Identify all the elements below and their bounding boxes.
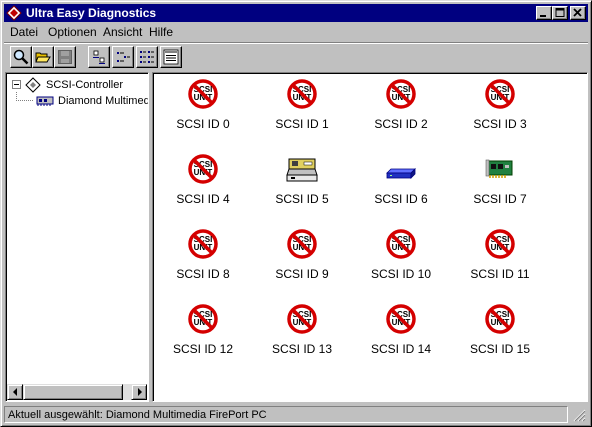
no-scsi-unit-icon: SCSI UNIT	[385, 228, 417, 260]
small-icons-button[interactable]	[112, 46, 134, 68]
resize-grip-icon[interactable]	[572, 408, 586, 422]
list-view-icon	[140, 51, 154, 63]
large-icons-view-icon	[93, 50, 105, 64]
window-title: Ultra Easy Diagnostics	[26, 6, 157, 20]
device-item-scsi-id-0[interactable]: SCSI UNIT SCSI ID 0	[158, 76, 248, 136]
tree-root-label: SCSI-Controller	[46, 79, 124, 91]
device-label: SCSI ID 14	[370, 342, 432, 356]
tree-connector	[16, 92, 34, 101]
device-item-scsi-id-5[interactable]: SCSI ID 5	[257, 151, 347, 211]
no-scsi-unit-icon: SCSI UNIT	[187, 153, 219, 185]
arrow-left-icon	[13, 388, 17, 396]
large-icons-button[interactable]	[88, 46, 110, 68]
device-label: SCSI ID 0	[176, 117, 230, 131]
no-scsi-unit-icon: SCSI UNIT	[187, 303, 219, 335]
device-item-scsi-id-12[interactable]: SCSI UNIT SCSI ID 12	[158, 301, 248, 361]
controller-card-icon	[484, 153, 516, 185]
close-button[interactable]	[570, 6, 586, 20]
scroll-left-button[interactable]	[7, 384, 23, 400]
save-button[interactable]	[54, 46, 76, 68]
menu-datei[interactable]: Datei	[10, 25, 38, 39]
device-label: SCSI ID 8	[176, 267, 230, 281]
menu-optionen[interactable]: Optionen	[48, 25, 97, 39]
device-item-scsi-id-3[interactable]: SCSI UNIT SCSI ID 3	[455, 76, 545, 136]
search-icon	[13, 49, 29, 65]
menu-bar: Datei Optionen Ansicht Hilfe	[4, 23, 588, 41]
no-scsi-unit-icon: SCSI UNIT	[484, 228, 516, 260]
maximize-icon	[555, 8, 565, 17]
save-icon	[58, 50, 72, 64]
device-item-scsi-id-9[interactable]: SCSI UNIT SCSI ID 9	[257, 226, 347, 286]
tree-child-label: Diamond Multimedia FirePort PC	[58, 95, 148, 107]
details-view-button[interactable]	[160, 46, 182, 68]
device-label: SCSI ID 11	[470, 267, 530, 281]
no-scsi-unit-icon: SCSI UNIT	[484, 303, 516, 335]
menu-ansicht[interactable]: Ansicht	[103, 25, 142, 39]
close-icon	[573, 8, 582, 17]
device-item-scsi-id-8[interactable]: SCSI UNIT SCSI ID 8	[158, 226, 248, 286]
scroll-thumb[interactable]	[23, 384, 123, 400]
device-label: SCSI ID 3	[473, 117, 527, 131]
device-item-scsi-id-2[interactable]: SCSI UNIT SCSI ID 2	[356, 76, 446, 136]
minimize-button[interactable]	[536, 6, 552, 20]
device-item-scsi-id-1[interactable]: SCSI UNIT SCSI ID 1	[257, 76, 347, 136]
small-icons-view-icon	[117, 52, 130, 62]
device-label: SCSI ID 13	[271, 342, 333, 356]
device-item-scsi-id-7[interactable]: SCSI ID 7	[455, 151, 545, 211]
maximize-button[interactable]	[552, 6, 568, 20]
no-scsi-unit-icon: SCSI UNIT	[286, 78, 318, 110]
device-label: SCSI ID 10	[370, 267, 432, 281]
no-scsi-unit-icon: SCSI UNIT	[187, 228, 219, 260]
status-field: Aktuell ausgewählt: Diamond Multimedia F…	[4, 406, 568, 423]
device-label: SCSI ID 5	[275, 192, 329, 206]
device-item-scsi-id-13[interactable]: SCSI UNIT SCSI ID 13	[257, 301, 347, 361]
device-label: SCSI ID 9	[275, 267, 329, 281]
device-item-scsi-id-11[interactable]: SCSI UNIT SCSI ID 11	[455, 226, 545, 286]
device-icon-view[interactable]: SCSI UNIT SCSI ID 0 SCSI UNIT SCSI ID 1 SCSI UN…	[152, 72, 588, 402]
list-view-button[interactable]	[136, 46, 158, 68]
scsi-controller-icon	[25, 77, 41, 93]
open-folder-icon	[35, 52, 51, 63]
device-item-scsi-id-10[interactable]: SCSI UNIT SCSI ID 10	[356, 226, 446, 286]
menu-hilfe[interactable]: Hilfe	[149, 25, 173, 39]
no-scsi-unit-icon: SCSI UNIT	[385, 78, 417, 110]
status-text: Aktuell ausgewählt: Diamond Multimedia F…	[8, 409, 267, 421]
device-label: SCSI ID 1	[275, 117, 329, 131]
no-scsi-unit-icon: SCSI UNIT	[286, 228, 318, 260]
tree-horizontal-scrollbar[interactable]	[7, 384, 147, 400]
no-scsi-unit-icon: SCSI UNIT	[484, 78, 516, 110]
device-label: SCSI ID 15	[469, 342, 531, 356]
no-scsi-unit-icon: SCSI UNIT	[187, 78, 219, 110]
no-scsi-unit-icon: SCSI UNIT	[385, 303, 417, 335]
hard-drive-icon	[385, 153, 417, 185]
search-button[interactable]	[10, 46, 32, 68]
status-bar: Aktuell ausgewählt: Diamond Multimedia F…	[4, 405, 588, 423]
app-logo-icon[interactable]	[6, 5, 22, 21]
device-item-scsi-id-14[interactable]: SCSI UNIT SCSI ID 14	[356, 301, 446, 361]
no-scsi-unit-icon: SCSI UNIT	[286, 303, 318, 335]
device-label: SCSI ID 4	[176, 192, 230, 206]
device-label: SCSI ID 6	[374, 192, 428, 206]
scanner-icon	[286, 153, 318, 185]
collapse-toggle-icon[interactable]	[12, 80, 21, 89]
device-label: SCSI ID 7	[473, 192, 527, 206]
device-item-scsi-id-6[interactable]: SCSI ID 6	[356, 151, 446, 211]
open-button[interactable]	[32, 46, 54, 68]
device-item-scsi-id-4[interactable]: SCSI UNIT SCSI ID 4	[158, 151, 248, 211]
minimize-icon	[540, 15, 546, 17]
device-label: SCSI ID 2	[374, 117, 428, 131]
device-tree[interactable]: SCSI-Controller Diamond Multimedia FireP…	[5, 72, 149, 402]
details-view-icon	[163, 49, 179, 65]
title-bar[interactable]: Ultra Easy Diagnostics	[4, 4, 588, 22]
toolbar	[4, 44, 588, 70]
adapter-card-icon	[36, 96, 54, 106]
device-item-scsi-id-15[interactable]: SCSI UNIT SCSI ID 15	[455, 301, 545, 361]
scroll-right-button[interactable]	[131, 384, 147, 400]
device-label: SCSI ID 12	[172, 342, 234, 356]
arrow-right-icon	[138, 388, 142, 396]
app-window: Ultra Easy Diagnostics Datei Optionen An…	[0, 0, 592, 427]
